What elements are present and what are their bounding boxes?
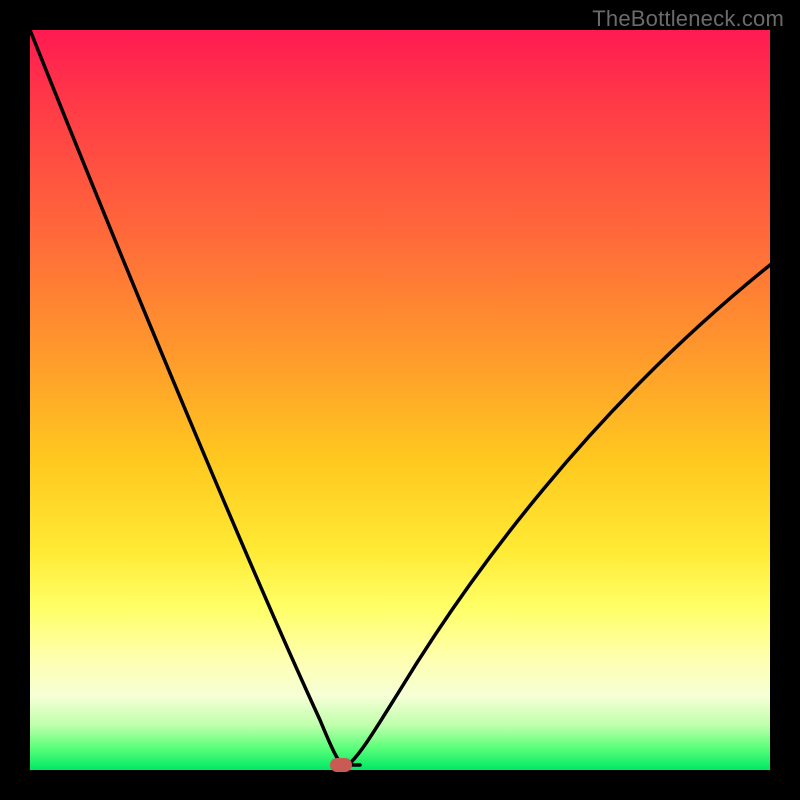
curve-left-branch bbox=[30, 30, 360, 765]
watermark-text: TheBottleneck.com bbox=[592, 6, 784, 32]
bottleneck-curve bbox=[30, 30, 770, 770]
curve-right-branch bbox=[348, 265, 770, 765]
plot-area bbox=[30, 30, 770, 770]
optimum-marker bbox=[330, 758, 352, 772]
frame: TheBottleneck.com bbox=[0, 0, 800, 800]
